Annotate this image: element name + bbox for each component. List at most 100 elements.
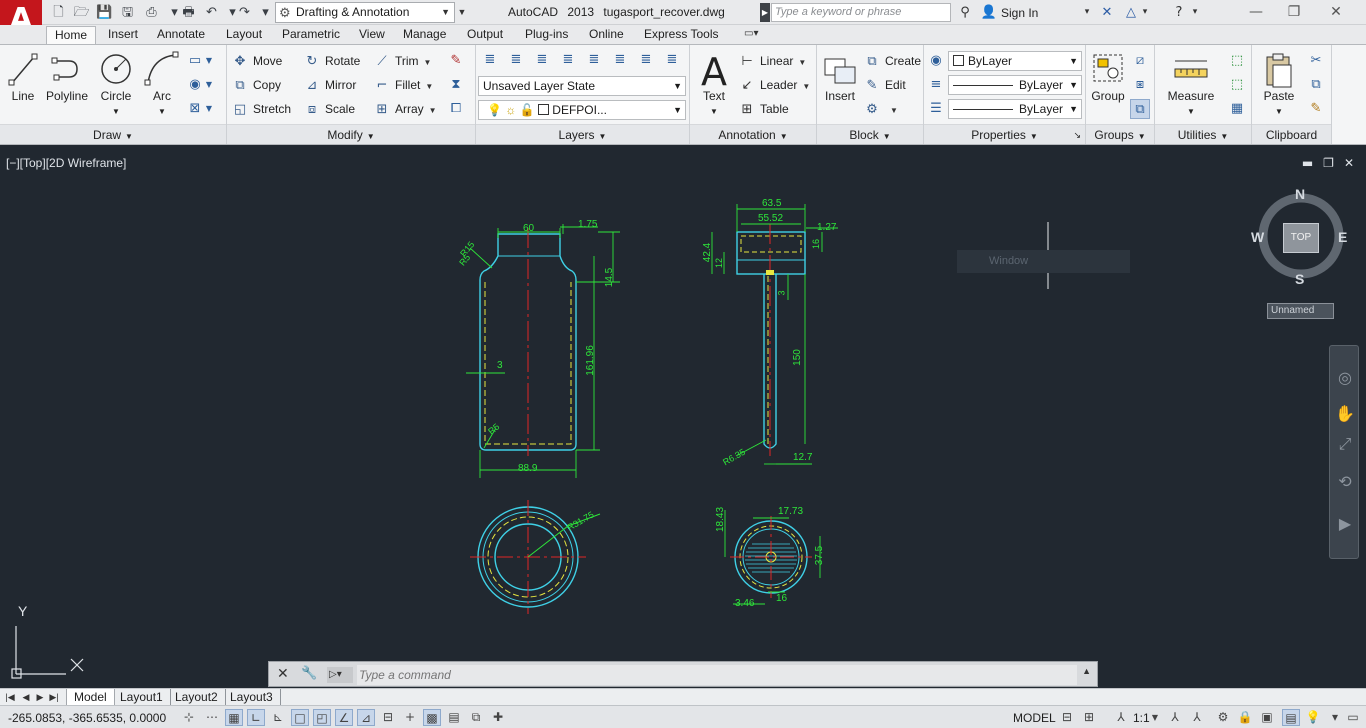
trim-button[interactable]: ⟋ Trim ▼ [373,50,431,72]
cut-icon[interactable]: ✂ [1306,51,1326,71]
rotate-button[interactable]: ↻ Rotate [303,50,361,72]
edit-attributes-button[interactable]: ⚙ ▼ [863,98,898,120]
paste-button[interactable]: Paste ▼ [1256,49,1302,117]
drawing-svg[interactable] [0,148,1366,688]
workspace-switching-icon[interactable]: ⚙ [1214,709,1232,726]
modify-panel-title[interactable]: Modify ▼ [227,124,475,144]
tab-manage[interactable]: Manage [395,26,454,44]
copy-button[interactable]: ⧉ Copy [231,74,281,96]
copy-clip-icon[interactable]: ⧉ [1306,75,1326,95]
annotation-scale-icon[interactable]: ⅄ [1112,709,1130,726]
autodesk-a360-icon[interactable]: △ [1122,2,1140,23]
measure-dropdown-icon[interactable]: ▼ [1187,107,1195,116]
text-dropdown-icon[interactable]: ▼ [710,107,718,116]
rectangle-icon[interactable]: ▭ [185,51,205,71]
group-selection-icon[interactable]: ⧉ [1130,99,1150,119]
tab-layout[interactable]: Layout [218,26,270,44]
workspace-select[interactable]: ⚙ Drafting & Annotation ▼ [275,2,455,23]
line-button[interactable]: Line [5,49,41,103]
tab-online[interactable]: Online [581,26,632,44]
linetype-icon[interactable]: ≡ [926,75,946,95]
fillet-button[interactable]: ⌐ Fillet ▼ [373,74,434,96]
offset-icon[interactable]: ⧠ [446,99,466,119]
layer-unisolate-icon[interactable]: ≣ [532,50,552,70]
object-snap-tracking-icon[interactable]: ∠ [335,709,353,726]
quick-properties-icon[interactable]: ▤ [445,709,463,726]
hatch-dropdown-icon[interactable]: ▼ [203,75,215,95]
save-icon[interactable]: 💾 [96,4,113,21]
layout-tab-layout1[interactable]: Layout1 [113,689,171,706]
steering-wheel-icon[interactable]: ◎ [1330,364,1360,392]
block-panel-title[interactable]: Block ▼ [817,124,923,144]
hardware-acceleration-icon[interactable]: ▣ [1258,709,1276,726]
viewport-restore-icon[interactable]: ❐ [1323,156,1334,170]
quick-view-layouts-icon[interactable]: ⊟ [1058,709,1076,726]
ortho-mode-icon[interactable]: ∟ [247,709,265,726]
first-tab-icon[interactable]: |◀ [4,690,16,704]
tab-home[interactable]: Home [46,26,97,44]
explode-icon[interactable]: ⧗ [446,75,466,95]
trim-dropdown-icon[interactable]: ▼ [424,58,432,67]
layer-freeze-icon[interactable]: ≣ [636,50,656,70]
save-as-icon[interactable]: 🖫 [119,4,136,21]
rectangle-dropdown-icon[interactable]: ▼ [203,51,215,71]
clipboard-panel-title[interactable]: Clipboard [1252,124,1331,144]
group-button[interactable]: Group [1088,49,1128,103]
text-button[interactable]: A Text ▼ [696,49,732,117]
linear-dropdown-icon[interactable]: ▼ [798,58,806,67]
undo-icon[interactable]: ↶ [203,4,220,21]
panel-launcher-icon[interactable]: ↘ [1073,125,1081,145]
status-bar-menu-icon[interactable]: ▾ [1326,709,1344,726]
ribbon-minimize-icon[interactable]: ▭▾ [744,28,758,39]
command-input[interactable] [357,665,1077,685]
grid-display-icon[interactable]: ▦ [225,709,243,726]
exchange-icon[interactable]: ✕ [1098,2,1116,23]
calculator-icon[interactable]: ▦ [1227,99,1247,119]
circle-dropdown-icon[interactable]: ▼ [112,107,120,116]
compass-east[interactable]: E [1338,229,1347,245]
close-icon[interactable]: ✕ [277,666,289,682]
tab-express-tools[interactable]: Express Tools [636,26,726,44]
search-expand-icon[interactable]: ▶ [760,3,770,22]
tab-plug-ins[interactable]: Plug-ins [517,26,576,44]
keyword-search-input[interactable]: Type a keyword or phrase [771,3,951,22]
lineweight-icon[interactable]: ☰ [926,99,946,119]
groups-panel-title[interactable]: Groups ▼ [1086,124,1154,144]
boundary-dropdown-icon[interactable]: ▼ [203,99,215,119]
table-button[interactable]: ⊞ Table [738,98,789,120]
viewport-minimize-icon[interactable]: ▬ [1302,156,1313,170]
layer-off-icon[interactable]: ≣ [610,50,630,70]
fullscreen-icon[interactable]: ▭ [1344,709,1362,726]
tab-parametric[interactable]: Parametric [274,26,348,44]
measure-button[interactable]: Measure ▼ [1163,49,1219,117]
object-snap-icon[interactable]: □ [291,709,309,726]
insert-block-button[interactable]: Insert [820,49,860,103]
properties-panel-title[interactable]: Properties ▼ ↘ [924,124,1085,144]
layer-lock-icon[interactable]: ≣ [662,50,682,70]
scale-dropdown-icon[interactable]: ▼ [1150,709,1160,726]
orbit-icon[interactable]: ⟲ [1330,468,1360,496]
sign-in-button[interactable]: Sign In [1001,6,1038,20]
quick-view-drawings-icon[interactable]: ⊞ [1080,709,1098,726]
layer-select[interactable]: 💡 ☼ 🔓 DEFPOI... ▼ [478,100,686,120]
a360-dropdown-icon[interactable]: ▾ [1140,2,1150,23]
new-icon[interactable]: 🗋 [50,4,67,21]
close-icon[interactable]: ✕ [1318,1,1354,23]
zoom-extents-icon[interactable]: ⤢ [1330,430,1360,458]
tab-view[interactable]: View [351,26,393,44]
compass-north[interactable]: N [1295,186,1305,202]
minimize-icon[interactable]: — [1238,1,1274,23]
annotation-scale-value[interactable]: 1:1 [1133,711,1150,725]
lineweight-toggle-icon[interactable]: + [401,709,419,726]
next-tab-icon[interactable]: ▶ [34,690,46,704]
plot-preview-icon[interactable]: ⎙ [143,4,160,21]
selection-cycling-icon[interactable]: ⧉ [467,709,485,726]
layer-properties-icon[interactable]: ≣ [480,50,500,70]
select-all-icon[interactable]: ⬚ [1227,75,1247,95]
fillet-dropdown-icon[interactable]: ▼ [425,82,433,91]
layer-previous-icon[interactable]: ≣ [584,50,604,70]
erase-icon[interactable]: ✎ [446,51,466,71]
scale-button[interactable]: ⧈ Scale [303,98,355,120]
layer-match-icon[interactable]: ≣ [558,50,578,70]
redo-icon[interactable]: ↷ [236,4,253,21]
